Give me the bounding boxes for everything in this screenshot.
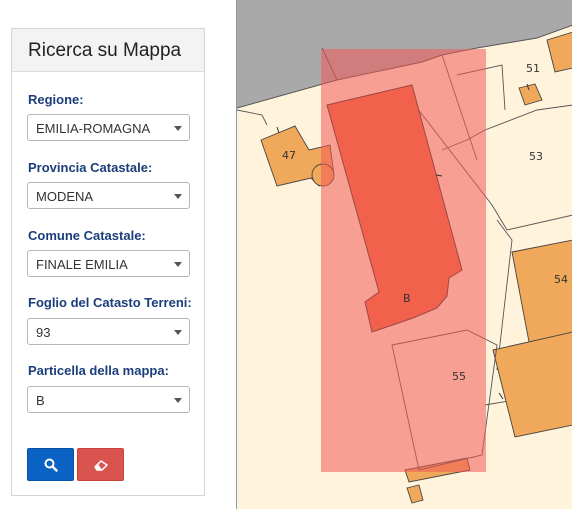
regione-label: Regione: xyxy=(28,92,84,107)
particella-select[interactable]: B xyxy=(27,386,190,413)
chevron-down-icon xyxy=(174,398,182,403)
comune-select[interactable]: FINALE EMILIA xyxy=(27,250,190,277)
foglio-label: Foglio del Catasto Terreni: xyxy=(28,295,192,310)
regione-select[interactable]: EMILIA-ROMAGNA xyxy=(27,114,190,141)
provincia-select[interactable]: MODENA xyxy=(27,182,190,209)
search-panel: Ricerca su Mappa Regione: EMILIA-ROMAGNA… xyxy=(11,28,205,496)
regione-value: EMILIA-ROMAGNA xyxy=(36,121,151,136)
chevron-down-icon xyxy=(174,262,182,267)
comune-label: Comune Catastale: xyxy=(28,228,146,243)
highlight-overlay xyxy=(321,49,486,472)
cadastral-map[interactable]: 51 47 53 54 B 55 xyxy=(236,0,572,509)
panel-title: Ricerca su Mappa xyxy=(12,29,204,72)
eraser-icon xyxy=(93,459,108,471)
search-button[interactable] xyxy=(27,448,74,481)
chevron-down-icon xyxy=(174,330,182,335)
foglio-select[interactable]: 93 xyxy=(27,318,190,345)
clear-button[interactable] xyxy=(77,448,124,481)
chevron-down-icon xyxy=(174,126,182,131)
map-canvas xyxy=(237,0,572,509)
chevron-down-icon xyxy=(174,194,182,199)
particella-label: Particella della mappa: xyxy=(28,363,169,378)
particella-value: B xyxy=(36,393,45,408)
provincia-value: MODENA xyxy=(36,189,94,204)
search-icon xyxy=(44,458,58,472)
provincia-label: Provincia Catastale: xyxy=(28,160,153,175)
comune-value: FINALE EMILIA xyxy=(36,257,128,272)
foglio-value: 93 xyxy=(36,325,51,340)
